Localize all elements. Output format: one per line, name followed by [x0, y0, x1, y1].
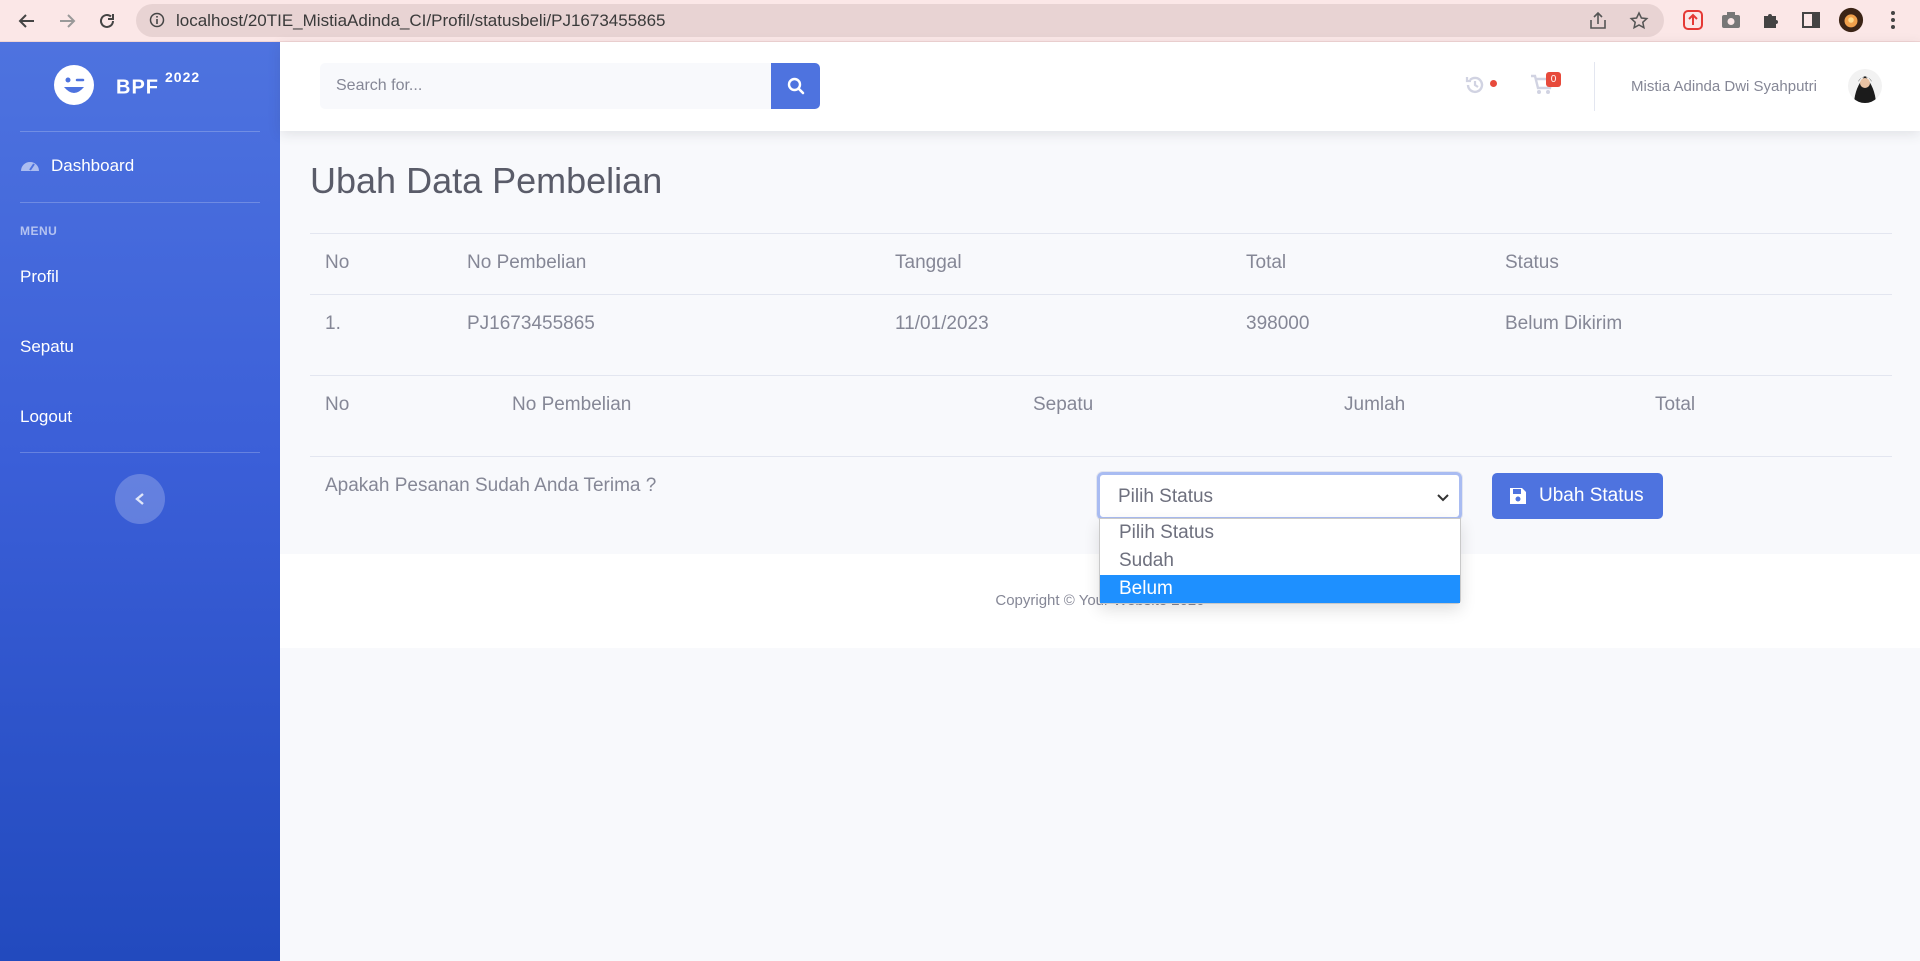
sidebar-heading: MENU	[20, 224, 58, 238]
topbar-divider	[1594, 62, 1595, 111]
extension-red-icon[interactable]	[1680, 7, 1706, 33]
bookmark-star-icon[interactable]	[1629, 11, 1649, 36]
table-top-border	[310, 375, 1892, 376]
share-icon[interactable]	[1588, 11, 1608, 36]
status-select[interactable]: Pilih Status	[1097, 472, 1462, 520]
order-header-total: Total	[1246, 252, 1287, 273]
sidebar-divider	[20, 131, 260, 132]
sidebar-divider	[20, 202, 260, 203]
address-bar[interactable]: localhost/20TIE_MistiaAdinda_CI/Profil/s…	[136, 4, 1664, 37]
extensions-puzzle-icon[interactable]	[1758, 7, 1784, 33]
site-info-icon[interactable]	[149, 12, 165, 33]
url-text[interactable]: localhost/20TIE_MistiaAdinda_CI/Profil/s…	[176, 11, 666, 31]
table-row-border	[310, 294, 1892, 295]
sidebar-item-logout[interactable]: Logout	[20, 407, 72, 427]
sidebar: BPF 2022 Dashboard MENU Profil Sepatu Log…	[0, 42, 280, 961]
save-icon	[1510, 488, 1526, 504]
sidebar-toggle-button[interactable]	[115, 474, 165, 524]
sidebar-item-dashboard[interactable]: Dashboard	[51, 156, 134, 176]
search-button[interactable]	[771, 63, 820, 109]
status-option-sudah[interactable]: Sudah	[1100, 547, 1460, 575]
sidebar-item-profil[interactable]: Profil	[20, 267, 59, 287]
sidebar-item-sepatu[interactable]: Sepatu	[20, 337, 74, 357]
order-cell-status: Belum Dikirim	[1505, 313, 1623, 334]
history-icon[interactable]	[1464, 74, 1486, 101]
ubah-status-label: Ubah Status	[1539, 485, 1644, 506]
profile-avatar-icon[interactable]	[1838, 7, 1864, 33]
tachometer-icon	[20, 157, 40, 178]
search-icon	[787, 77, 804, 95]
menu-kebab-icon[interactable]	[1880, 7, 1906, 33]
camera-icon[interactable]	[1718, 7, 1744, 33]
status-option-pilih[interactable]: Pilih Status	[1100, 519, 1460, 547]
order-cell-total: 398000	[1246, 313, 1310, 334]
status-option-belum[interactable]: Belum	[1100, 575, 1460, 603]
ubah-status-button[interactable]: Ubah Status	[1492, 473, 1663, 519]
forward-icon[interactable]	[54, 8, 80, 34]
status-dropdown-list: Pilih Status Sudah Belum	[1099, 518, 1461, 604]
side-panel-icon[interactable]	[1798, 7, 1824, 33]
order-header-status: Status	[1505, 252, 1559, 273]
cart-count-badge: 0	[1546, 72, 1561, 87]
order-cell-no: 1.	[325, 313, 341, 334]
notification-dot	[1490, 80, 1497, 87]
table-top-border	[310, 233, 1892, 234]
search-input[interactable]	[320, 63, 771, 109]
chevron-left-icon	[135, 493, 144, 505]
sidebar-divider	[20, 452, 260, 453]
order-cell-no-pembelian: PJ1673455865	[467, 313, 595, 334]
topbar: 0 Mistia Adinda Dwi Syahputri	[280, 42, 1920, 131]
back-icon[interactable]	[14, 8, 40, 34]
page-title: Ubah Data Pembelian	[310, 160, 663, 201]
user-name[interactable]: Mistia Adinda Dwi Syahputri	[1631, 78, 1817, 95]
laugh-wink-icon	[54, 65, 94, 105]
browser-toolbar: localhost/20TIE_MistiaAdinda_CI/Profil/s…	[0, 0, 1920, 42]
detail-header-sepatu: Sepatu	[1033, 394, 1094, 415]
chevron-down-icon	[1437, 490, 1449, 508]
detail-header-no: No	[325, 394, 350, 415]
detail-header-no-pembelian: No Pembelian	[512, 394, 632, 415]
avatar[interactable]	[1848, 69, 1882, 103]
reload-icon[interactable]	[94, 8, 120, 34]
sidebar-brand[interactable]: BPF 2022	[0, 62, 280, 107]
brand-name: BPF 2022	[116, 69, 201, 99]
order-header-no: No	[325, 252, 350, 273]
order-header-tanggal: Tanggal	[895, 252, 962, 273]
status-select-value: Pilih Status	[1118, 486, 1214, 507]
confirm-question: Apakah Pesanan Sudah Anda Terima ?	[325, 475, 657, 496]
order-cell-tanggal: 11/01/2023	[895, 313, 989, 334]
order-header-no-pembelian: No Pembelian	[467, 252, 587, 273]
detail-header-jumlah: Jumlah	[1344, 394, 1406, 415]
detail-header-total: Total	[1655, 394, 1696, 415]
table-row-border	[310, 456, 1892, 457]
